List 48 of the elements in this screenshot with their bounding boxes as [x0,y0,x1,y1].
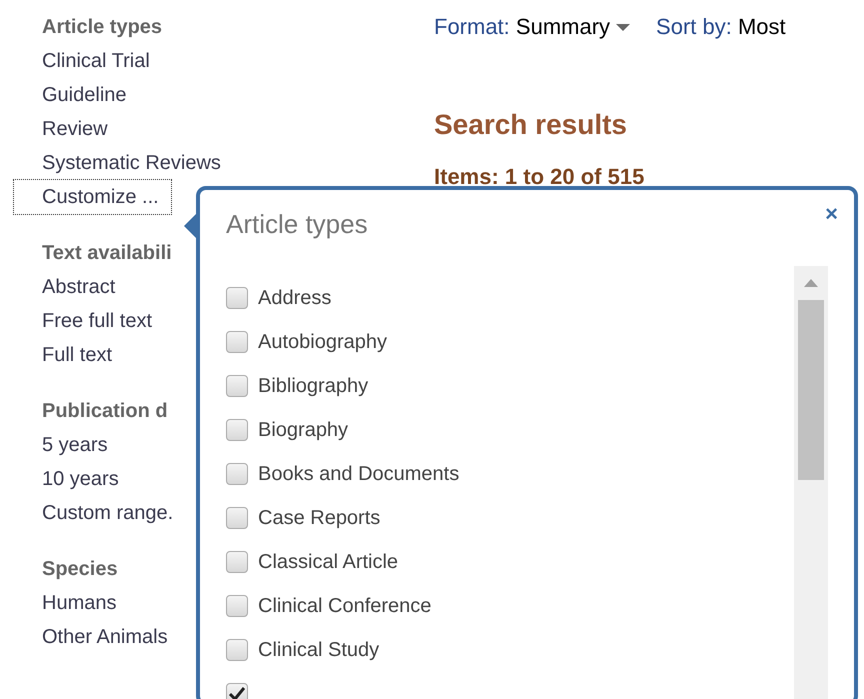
scrollbar-thumb[interactable] [798,300,824,480]
filter-link[interactable]: 5 years [42,428,108,462]
checkbox[interactable] [226,463,248,485]
scrollbar[interactable] [794,266,828,699]
close-button[interactable]: × [823,202,840,226]
sort-dropdown[interactable]: Most [738,14,786,39]
filter-link[interactable]: Humans [42,586,116,620]
filter-heading: Text availabili [42,241,172,266]
checkbox[interactable] [226,551,248,573]
filter-link[interactable]: Full text [42,338,112,372]
checkbox-label[interactable]: Books and Documents [258,459,460,489]
checkbox[interactable] [226,595,248,617]
checkbox-label[interactable]: Bibliography [258,371,368,401]
checkbox[interactable] [226,419,248,441]
checkbox-label[interactable]: Clinical Conference [258,591,432,621]
checkbox-label[interactable]: Clinical Study [258,635,380,665]
checkbox-label[interactable]: Classical Article [258,547,398,577]
filter-heading: Publication d [42,399,168,424]
checkbox-label[interactable]: Biography [258,415,348,445]
checkbox-label[interactable]: Address [258,283,332,313]
filter-link[interactable]: Abstract [42,270,116,304]
popover-title: Article types [226,208,368,240]
results-heading: Search results [434,108,627,142]
checkbox[interactable] [226,639,248,661]
filter-heading: Species [42,557,118,582]
checkbox[interactable] [226,507,248,529]
filter-link[interactable]: Custom range. [42,496,174,530]
checkbox-label[interactable]: Autobiography [258,327,387,357]
checkbox[interactable] [226,375,248,397]
filter-link[interactable]: Clinical Trial [42,44,150,78]
checkbox-label[interactable]: Case Reports [258,503,380,533]
checkbox[interactable] [226,683,248,699]
filter-link[interactable]: Other Animals [42,620,168,654]
scroll-up-icon[interactable] [803,278,819,288]
checkbox[interactable] [226,287,248,309]
caret-icon[interactable] [616,24,630,30]
filter-heading: Article types [42,15,162,40]
results-count: Items: 1 to 20 of 515 [434,163,644,191]
filter-link[interactable]: Guideline [42,78,127,112]
sort-label: Sort by: [656,14,732,39]
customize-link[interactable]: Customize ... [14,180,171,214]
filter-link[interactable]: Review [42,112,108,146]
format-label: Format: [434,13,510,41]
filter-link[interactable]: Free full text [42,304,152,338]
checkbox[interactable] [226,331,248,353]
format-dropdown[interactable]: Summary [516,10,610,44]
filter-link[interactable]: Systematic Reviews [42,146,221,180]
filter-link[interactable]: 10 years [42,462,119,496]
